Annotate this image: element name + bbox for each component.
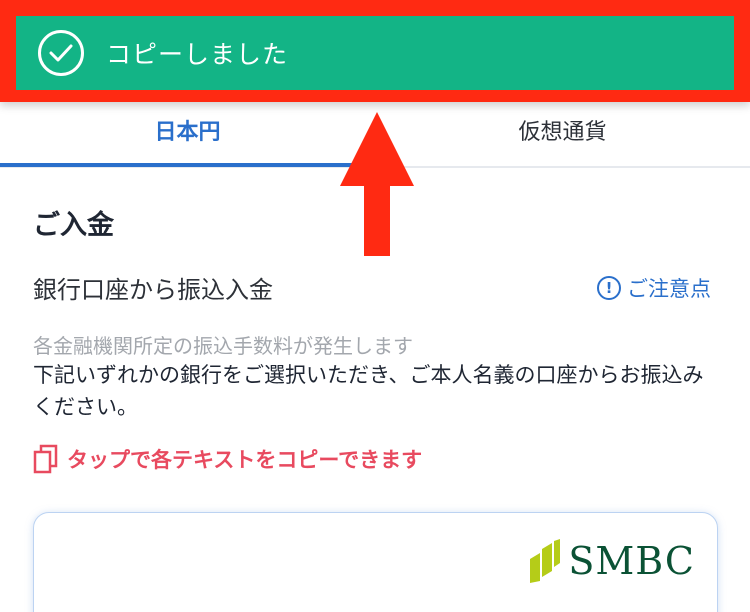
smbc-mark-icon [530, 539, 561, 583]
notice-link[interactable]: ! ご注意点 [597, 273, 711, 303]
bank-card-smbc[interactable]: SMBC [33, 512, 718, 612]
exclamation-circle-icon: ! [597, 276, 621, 300]
tab-crypto[interactable]: 仮想通貨 [375, 114, 750, 146]
copy-hint: タップで各テキストをコピーできます [33, 444, 422, 474]
instruction-text: 下記いずれかの銀行をご選択いただき、ご本人名義の口座からお振込みください。 [33, 363, 704, 419]
deposit-screen: 日本円 仮想通貨 コピーしました ご入金 銀行口座から振込入金 ! ご注意点 各… [0, 0, 750, 612]
page-title: ご入金 [33, 210, 114, 241]
bank-name: SMBC [568, 539, 695, 583]
notice-link-label: ご注意点 [627, 277, 711, 301]
active-tab-indicator [0, 163, 375, 167]
bank-transfer-title: 銀行口座から振込入金 [33, 276, 273, 304]
copied-toast: コピーしました [16, 16, 734, 90]
toast-message: コピーしました [106, 40, 289, 69]
check-circle-icon [38, 30, 84, 76]
copy-hint-label: タップで各テキストをコピーできます [67, 448, 423, 472]
up-arrow-icon [340, 112, 414, 256]
smbc-logo: SMBC [528, 539, 695, 583]
copy-icon [33, 444, 58, 474]
tab-jpy[interactable]: 日本円 [0, 114, 375, 146]
fee-note: 各金融機関所定の振込手数料が発生します [33, 334, 413, 358]
toast-highlight-frame: コピーしました [0, 0, 750, 102]
